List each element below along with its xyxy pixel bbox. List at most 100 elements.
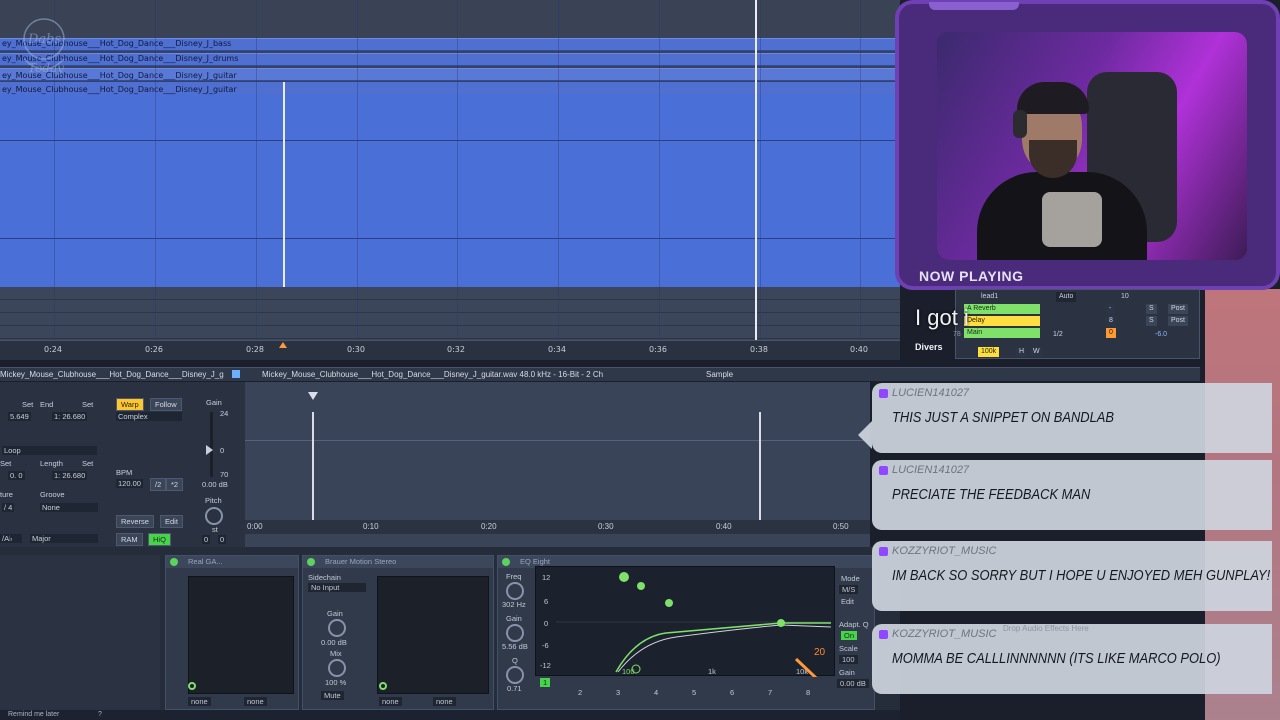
- pitch-field[interactable]: 0: [202, 535, 211, 544]
- end-label: End: [40, 400, 54, 409]
- band-5[interactable]: 5: [692, 688, 696, 697]
- warp-mode-select[interactable]: Complex: [116, 412, 182, 421]
- band-7[interactable]: 7: [768, 688, 772, 697]
- q-knob[interactable]: [506, 666, 524, 684]
- arrangement-ruler[interactable]: 0:24 0:26 0:28 0:30 0:32 0:34 0:36 0:38 …: [0, 340, 900, 360]
- scale-field[interactable]: 100: [839, 655, 858, 664]
- volume-value[interactable]: -6.0: [1152, 330, 1170, 340]
- post-button[interactable]: Post: [1168, 316, 1189, 326]
- sidechain-select[interactable]: No Input: [308, 583, 366, 592]
- length-field[interactable]: 1: 26.680: [52, 471, 88, 480]
- eq-band-point[interactable]: [619, 572, 629, 582]
- clip-drums[interactable]: ey_Mouse_Clubhouse___Hot_Dog_Dance___Dis…: [0, 53, 900, 66]
- device-real-gain[interactable]: Real GA... none none: [165, 555, 299, 710]
- length-label: Length: [40, 459, 63, 468]
- signature-field[interactable]: / 4: [2, 503, 15, 512]
- eq-graph[interactable]: 12 6 0 -6 -12 100 1k 10k 20: [535, 566, 835, 677]
- device-power-icon[interactable]: [307, 558, 315, 566]
- band-3[interactable]: 3: [616, 688, 620, 697]
- post-button[interactable]: Post: [1168, 304, 1189, 314]
- loop-start-marker[interactable]: [279, 342, 287, 348]
- detune-field[interactable]: 0: [218, 535, 227, 544]
- end-field[interactable]: 1: 26.680: [52, 412, 88, 421]
- help-button[interactable]: ?: [98, 711, 102, 718]
- crossfade-value[interactable]: 1/2: [1050, 330, 1066, 340]
- clip-color-swatch[interactable]: [232, 370, 240, 378]
- device-header[interactable]: Real GA...: [166, 556, 298, 568]
- hiq-button[interactable]: HiQ: [148, 533, 171, 546]
- gain-slider-handle[interactable]: [206, 445, 213, 455]
- solo-button[interactable]: S: [1146, 316, 1157, 326]
- output-gain-field[interactable]: 0.00 dB: [837, 679, 869, 688]
- send-value[interactable]: 8: [1106, 316, 1116, 326]
- auto-button[interactable]: Auto: [1056, 292, 1077, 302]
- clip-guitar[interactable]: ey_Mouse_Clubhouse___Hot_Dog_Dance___Dis…: [0, 71, 900, 287]
- remind-later-link[interactable]: Remind me later: [8, 711, 59, 718]
- solo-button[interactable]: S: [1146, 304, 1157, 314]
- ruler-tick: 0:40: [850, 345, 868, 354]
- scale-root-select[interactable]: /A♭: [0, 534, 22, 543]
- freq-value: 302 Hz: [502, 600, 526, 609]
- loop-button[interactable]: Loop: [2, 446, 97, 455]
- send-main[interactable]: Main: [964, 328, 1040, 338]
- groove-select[interactable]: None: [40, 503, 98, 512]
- select-none[interactable]: none: [188, 697, 211, 706]
- sample-ruler[interactable]: 0:00 0:10 0:20 0:30 0:40 0:50: [245, 520, 870, 534]
- gain-knob[interactable]: [328, 619, 346, 637]
- select-none[interactable]: none: [379, 697, 402, 706]
- length-set-button[interactable]: Set: [82, 459, 93, 468]
- device-brauer-motion[interactable]: Brauer Motion Stereo Sidechain No Input …: [302, 555, 494, 710]
- w-button[interactable]: W: [1030, 347, 1043, 357]
- band-2[interactable]: 2: [578, 688, 582, 697]
- send-value[interactable]: -: [1106, 304, 1115, 314]
- gain-scale-mid: 0: [220, 446, 225, 455]
- ram-button[interactable]: RAM: [116, 533, 143, 546]
- reverse-button[interactable]: Reverse: [116, 515, 154, 528]
- double-tempo-button[interactable]: *2: [166, 478, 184, 491]
- send-a-reverb[interactable]: A Reverb: [964, 304, 1040, 314]
- freq-knob[interactable]: [506, 582, 524, 600]
- sample-tab[interactable]: Sample: [706, 370, 733, 379]
- mode-select[interactable]: M/S: [839, 585, 859, 594]
- start-set-button[interactable]: Set: [22, 400, 33, 409]
- bpm-field[interactable]: 120.00: [116, 479, 143, 488]
- send-value[interactable]: 0: [1106, 328, 1116, 338]
- device-power-icon[interactable]: [502, 558, 510, 566]
- device-header[interactable]: Brauer Motion Stereo: [303, 556, 493, 568]
- start-field[interactable]: 5.649: [8, 412, 31, 421]
- sample-display[interactable]: 0:00 0:10 0:20 0:30 0:40 0:50: [245, 382, 870, 547]
- position-set-button[interactable]: Set: [0, 459, 11, 468]
- eq-band-point[interactable]: [665, 599, 673, 607]
- band-1[interactable]: 1: [540, 678, 551, 687]
- transpose-knob[interactable]: [205, 507, 223, 525]
- start-marker[interactable]: [308, 392, 318, 400]
- warp-button[interactable]: Warp: [116, 398, 144, 411]
- adapt-q-toggle[interactable]: On: [841, 631, 858, 640]
- h-button[interactable]: H: [1016, 347, 1028, 357]
- band-8[interactable]: 8: [806, 688, 810, 697]
- mix-knob[interactable]: [328, 659, 346, 677]
- select-none[interactable]: none: [244, 697, 267, 706]
- edit-label[interactable]: Edit: [841, 597, 854, 606]
- eq-band-point[interactable]: [777, 619, 785, 627]
- mute-button[interactable]: Mute: [321, 691, 344, 700]
- input-value[interactable]: 100k: [978, 347, 1000, 357]
- device-power-icon[interactable]: [170, 558, 178, 566]
- scale-mode-select[interactable]: Major: [30, 534, 98, 543]
- eq-band-point[interactable]: [631, 664, 641, 674]
- clip-bass[interactable]: ey_Mouse_Clubhouse___Hot_Dog_Dance___Dis…: [0, 38, 900, 51]
- end-set-button[interactable]: Set: [82, 400, 93, 409]
- toggle-icon[interactable]: [188, 682, 196, 690]
- eq-gain-knob[interactable]: [506, 624, 524, 642]
- send-delay[interactable]: Delay: [964, 316, 1040, 326]
- band-4[interactable]: 4: [654, 688, 658, 697]
- toggle-icon[interactable]: [379, 682, 387, 690]
- edit-button[interactable]: Edit: [160, 515, 183, 528]
- clip-title-bar: Mickey_Mouse_Clubhouse___Hot_Dog_Dance__…: [0, 367, 1200, 381]
- follow-button[interactable]: Follow: [150, 398, 182, 411]
- band-6[interactable]: 6: [730, 688, 734, 697]
- position-field[interactable]: 0. 0: [8, 471, 25, 480]
- half-tempo-button[interactable]: /2: [150, 478, 167, 491]
- eq-band-point[interactable]: [637, 582, 645, 590]
- select-none[interactable]: none: [433, 697, 456, 706]
